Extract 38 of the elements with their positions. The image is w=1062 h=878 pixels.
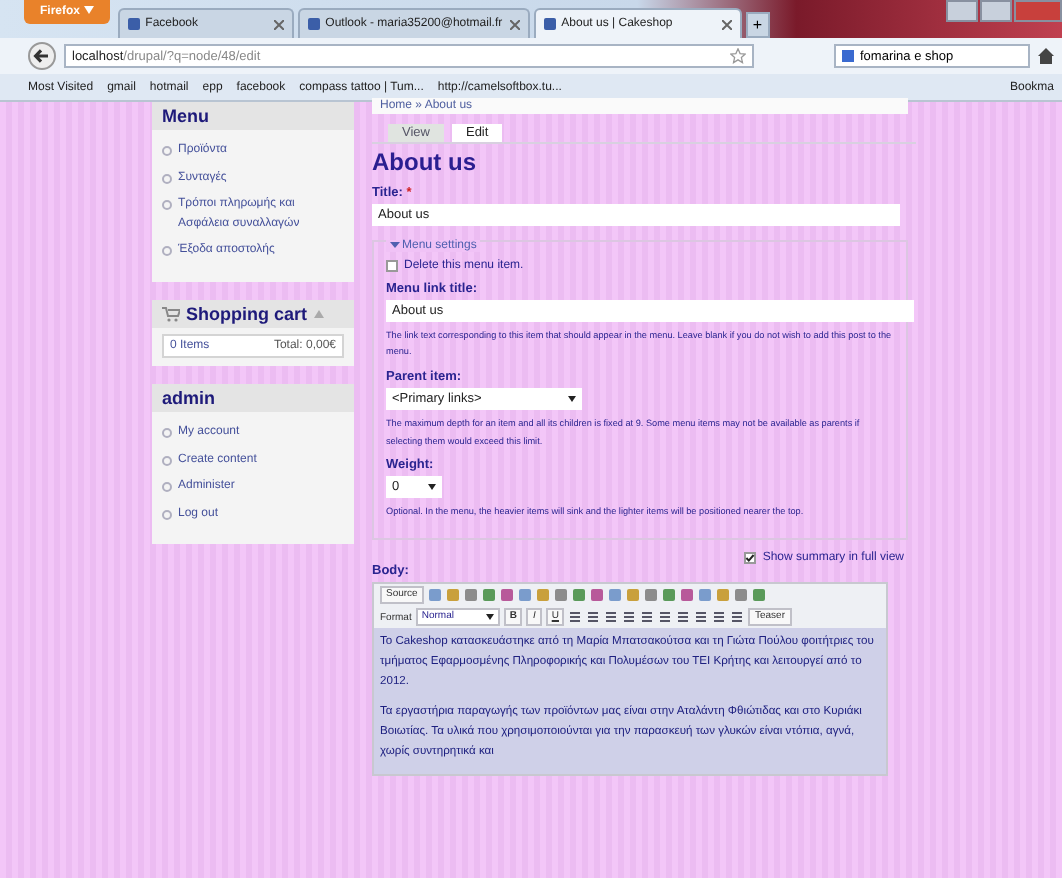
bullet-icon	[162, 246, 172, 257]
search-engine-icon	[842, 50, 854, 62]
caret-icon	[428, 484, 436, 491]
checkbox[interactable]	[744, 552, 757, 565]
block-title: admin	[152, 383, 354, 412]
site-icon	[543, 18, 556, 30]
site-icon	[307, 18, 320, 30]
home-icon[interactable]	[1038, 48, 1054, 64]
bullet-icon	[162, 173, 172, 184]
checkbox[interactable]	[386, 259, 398, 271]
star-icon[interactable]	[730, 48, 746, 64]
align-left-icon[interactable]	[694, 610, 709, 625]
editor-area[interactable]	[374, 628, 886, 774]
close-icon[interactable]	[721, 19, 732, 29]
cart-icon	[162, 305, 180, 322]
site-icon	[127, 18, 140, 30]
page-title: About us	[372, 148, 478, 176]
close-icon[interactable]	[273, 19, 284, 29]
expand-icon[interactable]	[390, 240, 400, 250]
bullet-icon	[162, 482, 172, 493]
new-tab-button[interactable]: +	[745, 12, 770, 38]
caret-icon	[568, 395, 576, 402]
maximize-icon[interactable]	[980, 0, 1012, 22]
block-title: Shopping cart	[186, 303, 307, 324]
align-center-icon[interactable]	[712, 610, 727, 625]
bullet-icon	[162, 427, 172, 438]
back-icon[interactable]	[28, 42, 56, 70]
caret-icon	[485, 614, 494, 621]
bullet-icon	[162, 200, 172, 211]
align-right-icon[interactable]	[730, 610, 745, 625]
bullet-icon	[162, 509, 172, 520]
minimize-icon[interactable]	[946, 0, 978, 22]
collapse-icon[interactable]	[313, 309, 323, 318]
close-icon[interactable]	[509, 19, 520, 29]
caret-icon	[83, 6, 94, 14]
bullet-icon	[162, 455, 172, 466]
bullet-icon	[162, 146, 172, 156]
block-title: Menu	[152, 102, 354, 130]
